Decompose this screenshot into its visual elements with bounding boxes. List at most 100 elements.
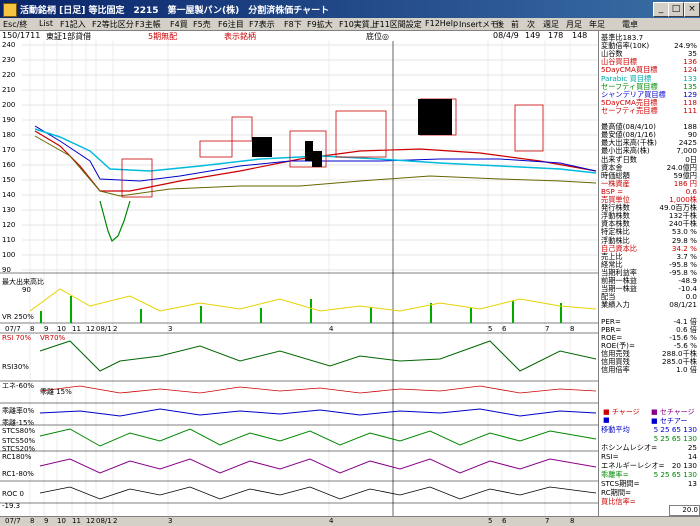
date-label: 2 [113,325,118,333]
date-label: 08/1 [96,517,112,525]
price-label: 180 [2,131,16,139]
candle-box [231,116,253,142]
menu-f1[interactable]: F1記入 [60,19,86,30]
minimize-button[interactable]: _ [653,2,669,17]
price-label: 100 [2,251,16,259]
menu-f4[interactable]: F4買 [170,19,188,30]
indicator-row[interactable]: RSI= 14 [601,452,699,461]
bottom-value-field[interactable]: 20.0 [669,505,700,516]
menu-prev[interactable]: 前 [511,19,519,30]
candle-box [514,104,544,152]
rc1-80-label: RC1-80% [2,470,34,478]
indicator-row[interactable]: STCS期間= 13 [601,479,699,488]
vr-label: VR 250% [2,313,34,321]
volume-bar [70,296,72,323]
menu-f5[interactable]: F5売 [193,19,211,30]
menu-back[interactable]: 後 [496,19,504,30]
vr-line [29,288,597,312]
stcs50-label: STCS50% [2,437,36,445]
volume-panel-value: 90 [22,286,31,294]
menu-esc[interactable]: Esc/終 [3,19,27,30]
indicator-value: 5 25 65 130 [653,470,697,479]
candle-bear [252,137,272,157]
date-label: 12 [86,517,95,525]
menu-insert[interactable]: Insertメモ [459,19,498,30]
menu-f12[interactable]: F12Help [425,19,458,28]
energy-line [39,385,597,394]
menu-next[interactable]: 次 [527,19,535,30]
date-label: 10 [57,517,66,525]
rc180-label: RC180% [2,453,32,461]
menu-list[interactable]: List [39,19,53,28]
info-bar: 150/1711 東証1部貸借 5期無配 表示銘柄 底位◎ 08/4/9 149… [0,31,598,41]
roc0-label: ROC 0 [2,490,24,498]
chart-svg[interactable] [0,41,598,516]
menu-f10[interactable]: F10実質上 [339,19,378,30]
menu-calc[interactable]: 電卓 [622,19,638,30]
date-label: 8 [30,325,35,333]
date-label: 10 [57,325,66,333]
info-row-value: 1.0 倍 [676,365,697,375]
indicator-row[interactable]: 5 25 65 130 [601,434,699,443]
volume-bar [430,303,432,323]
menu-f7[interactable]: F7表示 [249,19,275,30]
deviation0-label: 乖離率0% [2,407,35,415]
deviation-line [39,408,597,417]
menu-weekly[interactable]: 週足 [543,19,559,30]
date-label: 4 [329,325,334,333]
menu-yearly[interactable]: 年足 [589,19,605,30]
date-label: 4 [329,517,334,525]
indicator-row[interactable]: 移動平均 5 25 65 130 [601,425,699,434]
indicator-row[interactable]: ホシンムレシオ= 25 [601,443,699,452]
indicator-row[interactable]: エネルギーレシオ= 20 130 [601,461,699,470]
menu-f8[interactable]: F8下 [284,19,302,30]
stcs-line [39,428,597,447]
rc-line [39,458,597,474]
candle-bear [305,141,313,161]
date-label: 07/7 [5,517,21,525]
maximize-button[interactable]: □ [668,2,684,17]
volume-panel-label: 最大出来高比 [2,278,44,286]
info-row: 信用倍率 1.0 倍 [601,365,699,374]
price-label: 140 [2,191,16,199]
side-panel: 基準比183.7 変動倍率(10K) 24.9% 山谷数 35 山谷買目標 136 5DayC… [598,31,700,516]
date-label: 12 [86,325,95,333]
date-label: 5 [488,325,493,333]
candle-bear [312,151,322,167]
price-label: 240 [2,41,16,49]
chart-area[interactable]: 240 230 220 210 200 190 180 170 160 150 … [0,41,598,516]
deviation15-label: 乖離 15% [40,388,72,396]
stcs80-label: STCS80% [2,427,36,435]
menu-f2[interactable]: F2等比区分 [92,19,134,30]
close-button[interactable]: × [684,2,700,17]
title-bar: 活動銘柄 [日足] 等比固定 2215 第一屋製パン(株) 分割済株価チャート … [0,0,700,18]
menu-f11[interactable]: F11区間設定 [375,19,422,30]
volume-bar [512,301,514,323]
window-title: 活動銘柄 [日足] 等比固定 2215 第一屋製パン(株) 分割済株価チャート [20,6,330,16]
volume-bar [200,306,202,323]
indicator-row[interactable]: 乖離率= 5 25 65 130 [601,470,699,479]
price-label: 90 [2,266,11,274]
price-label: 190 [2,116,16,124]
indicator-value: 25 [687,443,697,452]
rsi70-label: RSI 70% [2,334,32,342]
indicator-row[interactable]: RC期間= [601,488,699,497]
price-label: 170 [2,146,16,154]
price-label: 130 [2,206,16,214]
rsi-line [39,340,597,372]
volume-bar [140,309,142,323]
menu-f6[interactable]: F6注目 [218,19,244,30]
menu-f3[interactable]: F3主帳 [135,19,161,30]
menu-monthly[interactable]: 月足 [566,19,582,30]
price-label: 110 [2,236,16,244]
date-label: 07/7 [5,325,21,333]
indicator-value: 5 25 65 130 [653,425,697,434]
info-v1: 149 [525,31,541,40]
date-label: 3 [168,517,173,525]
info-v2: 178 [548,31,564,40]
date-label: 11 [72,325,81,333]
menu-f9[interactable]: F9拡大 [307,19,333,30]
menu-bar: Esc/終 List F1記入 F2等比区分 F3主帳 F4買 F5売 F6注目… [0,18,700,31]
date-label: 8 [570,517,575,525]
date-label: 8 [570,325,575,333]
